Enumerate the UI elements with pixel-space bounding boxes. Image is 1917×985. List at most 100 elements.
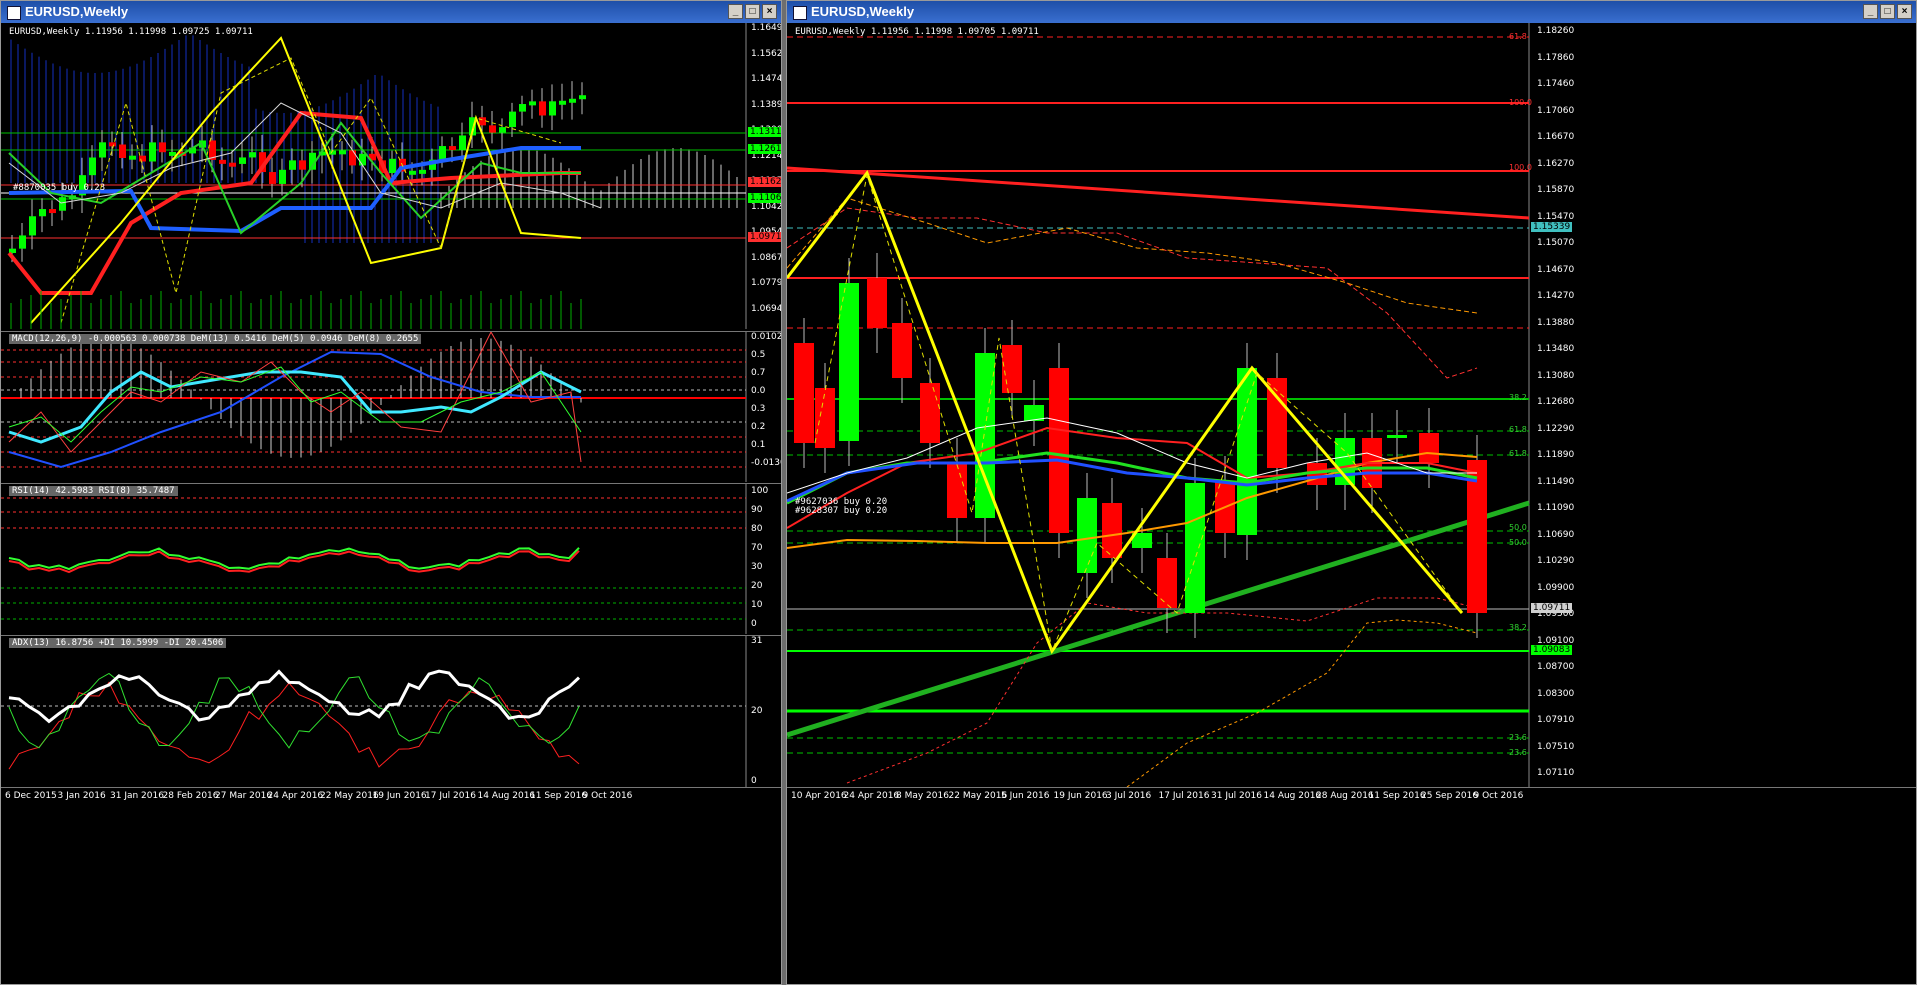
chart-window-icon [7,6,21,20]
candle [449,146,456,151]
price-tag: 1.12613 [748,144,781,154]
price-tag: 1.13110 [748,127,781,137]
candle [439,146,446,160]
price-chart-left [1,23,747,329]
minimize-button[interactable]: _ [728,4,743,19]
price-tick-label: 1.11490 [1537,476,1575,487]
price-pane-right[interactable]: EURUSD,Weekly 1.11956 1.11998 1.09705 1.… [787,23,1916,787]
price-tick-label: 1.10690 [1537,529,1575,540]
price-tick-label: 1.15470 [1537,211,1575,222]
window-title: EURUSD,Weekly [25,4,129,19]
price-tick-label: 1.18260 [1537,26,1575,36]
candle [359,153,366,166]
resistance-trendline [787,166,1530,220]
rsi-tick-label: 100 [751,486,769,496]
close-button[interactable]: × [762,4,777,19]
candle [169,151,176,156]
price-tick-label: 1.13080 [1537,370,1575,381]
candle [59,197,66,211]
adx-tick-label: 0 [751,776,757,786]
price-tick-label: 1.08700 [1537,662,1575,672]
date-tick-label: 19 Jun 2016 [1053,791,1108,801]
price-tick-label: 1.15870 [1537,185,1575,195]
fib-level-label: 61.8 [1509,32,1527,41]
candle [49,209,56,214]
rsi-tick-label: 70 [751,543,763,553]
chart-window-left[interactable]: EURUSD,Weekly _ □ × EURUSD,Weekly 1.1195… [0,0,782,985]
candle [1467,460,1487,613]
price-chart-right [787,23,1530,787]
date-tick-label: 22 May 2016 [948,791,1008,801]
lower-band-2 [1126,619,1478,787]
date-tick-label: 17 Jul 2016 [1158,791,1210,801]
macd-tick-label: 0.7 [751,368,766,378]
restore-button[interactable]: □ [745,4,760,19]
lower-band [846,597,1478,784]
candle [549,101,556,116]
chart-window-right[interactable]: EURUSD,Weekly _ □ × EURUSD,Weekly 1.1195… [786,0,1917,985]
price-tick-label: 1.08300 [1537,688,1575,699]
candle [109,142,116,147]
fib-level-label: 23.6 [1509,748,1527,757]
macd-chart [1,332,747,482]
date-tick-label: 28 Aug 2016 [1316,791,1374,801]
date-tick-label: 3 Jul 2016 [1106,791,1152,801]
price-tick-label: 1.07110 [1537,768,1575,778]
candle [299,160,306,170]
window-titlebar-right[interactable]: EURUSD,Weekly _ □ × [787,1,1916,23]
rsi-tick-label: 20 [751,581,763,591]
candle [279,169,286,184]
order-label[interactable]: #8870035 buy 0.23 [13,183,105,193]
fib-level-label: 50.0 [1509,523,1527,532]
close-button[interactable]: × [1897,4,1912,19]
candle [509,111,516,128]
dem13-line [8,370,582,444]
date-tick-label: 27 Mar 2016 [215,791,273,801]
price-tick-label: 1.15070 [1537,238,1575,248]
price-tick-label: 1.16270 [1537,158,1575,169]
price-tick-label: 1.10290 [1537,556,1575,566]
price-tick-label: 1.13880 [1537,317,1575,328]
zigzag-dashed [814,174,1463,653]
price-tick-label: 1.09900 [1537,582,1575,593]
date-tick-label: 14 Aug 2016 [477,791,536,801]
price-pane-left[interactable]: EURUSD,Weekly 1.11956 1.11998 1.09725 1.… [1,23,781,329]
rsi-label: RSI(14) 42.5983 RSI(8) 35.7487 [9,486,178,496]
candle [1049,368,1069,533]
dem8-line [8,366,582,443]
price-tick-label: 1.07510 [1537,741,1575,752]
macd-pane[interactable]: MACD(12,26,9) -0.000563 0.000738 DeM(13)… [1,331,781,482]
candle [269,172,276,184]
price-tick-label: 1.13895 [751,99,781,110]
fib-level-label: 100.0 [1509,98,1532,107]
adx-pane[interactable]: ADX(13) 16.8756 +DI 10.5999 -DI 20.4506 … [1,635,781,788]
price-tick-label: 1.17060 [1537,105,1575,116]
price-tag: 1.09711 [748,232,781,242]
adx-chart [1,636,747,788]
price-tick-label: 1.11090 [1537,503,1575,513]
minimize-button[interactable]: _ [1863,4,1878,19]
candle [159,142,166,153]
adx-tick-label: 31 [751,636,763,646]
candle [559,100,566,105]
price-tick-label: 1.11890 [1537,450,1575,460]
chart-window-icon [793,6,807,20]
zigzag-dashed [60,57,562,324]
price-tick-label: 1.15620 [751,48,781,59]
candle [129,155,136,160]
order-label-2[interactable]: #9628307 buy 0.20 [795,506,887,516]
date-tick-label: 28 Feb 2016 [162,791,219,801]
window-titlebar-left[interactable]: EURUSD,Weekly _ □ × [1,1,781,23]
fib-level-label: 61.8 [1509,425,1527,434]
macd-tick-label: 0.3 [751,404,766,414]
price-tick-label: 1.13480 [1537,344,1575,354]
candle [1077,498,1097,573]
candle [815,388,835,448]
candle [19,235,26,249]
candle [539,101,546,116]
rsi-pane[interactable]: RSI(14) 42.5983 RSI(8) 35.7487 100 90 80 70… [1,483,781,634]
restore-button[interactable]: □ [1880,4,1895,19]
candle [289,160,296,170]
fib-level-label: 23.6 [1509,733,1527,742]
support-trendline [787,500,1530,738]
